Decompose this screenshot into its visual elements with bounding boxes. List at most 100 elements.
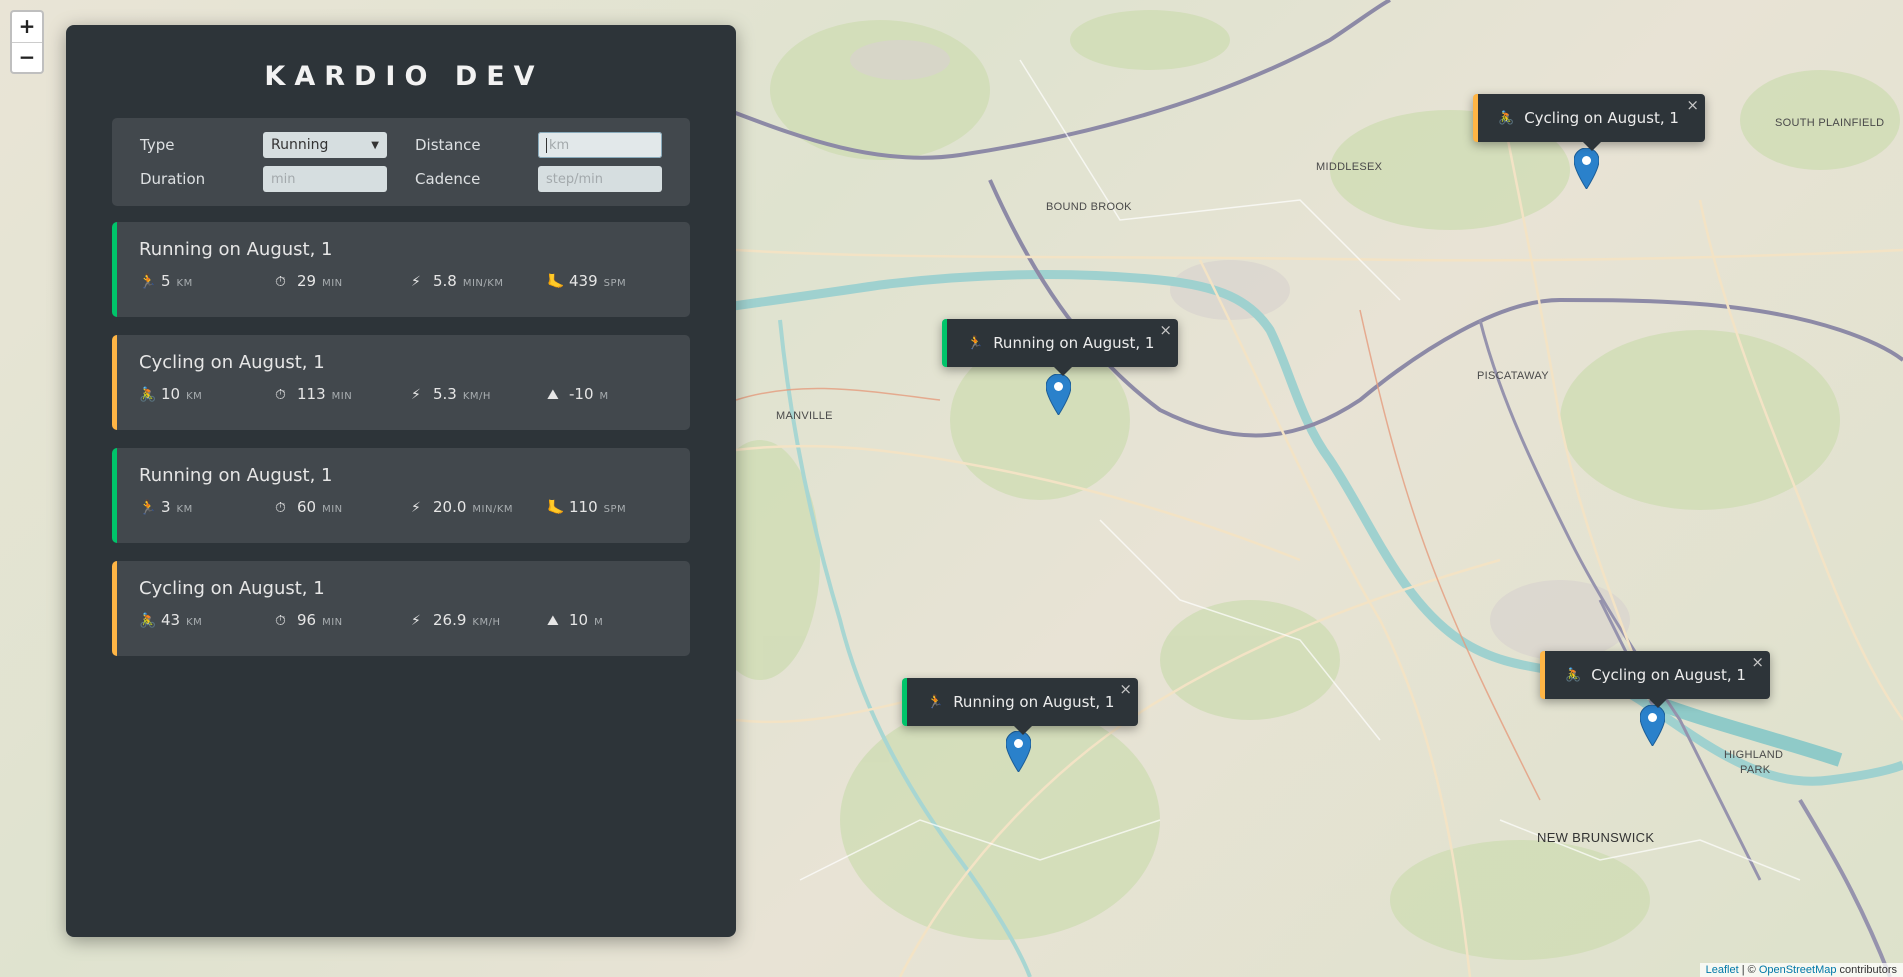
form-row-duration: Duration min (140, 166, 387, 192)
detail-unit: min (322, 504, 343, 515)
runner-icon: 🏃 (927, 694, 944, 710)
duration-label: Duration (140, 170, 206, 188)
workout-detail: 🦶 110 spm (547, 498, 683, 516)
footprint-icon: 🦶 (547, 274, 565, 290)
workout-form: Type Running ▼ Distance km Duration min … (112, 118, 690, 206)
detail-unit: spm (603, 504, 627, 515)
map-attribution: Leaflet | © OpenStreetMap contributors (1699, 963, 1903, 977)
workout-item[interactable]: Running on August, 1 🏃 3 km ⏱ 60 min ⚡ 20.0 mi… (112, 448, 690, 543)
map-marker-pin[interactable] (1574, 148, 1599, 189)
workout-detail: ⛰ 10 m (547, 611, 683, 629)
leaflet-link[interactable]: Leaflet (1706, 964, 1739, 976)
distance-placeholder: km (549, 137, 570, 153)
detail-unit: km (186, 391, 203, 402)
map-marker-pin[interactable] (1046, 374, 1071, 415)
detail-unit: spm (603, 278, 627, 289)
detail-value: 43 (161, 611, 181, 629)
detail-value: 113 (297, 385, 326, 403)
map-label-middlesex: MIDDLESEX (1316, 161, 1383, 173)
cadence-input[interactable]: step/min (538, 166, 662, 192)
workout-details: 🏃 3 km ⏱ 60 min ⚡ 20.0 min/km 🦶 110 spm (139, 498, 668, 516)
runner-icon: 🏃 (967, 335, 984, 351)
workout-details: 🚴 10 km ⏱ 113 min ⚡ 5.3 km/h ⛰ -10 m (139, 385, 668, 403)
map-popup[interactable]: 🏃 Running on August, 1 × (902, 678, 1138, 735)
detail-unit: km (176, 278, 193, 289)
workout-item[interactable]: Cycling on August, 1 🚴 43 km ⏱ 96 min ⚡ 26.9 k… (112, 561, 690, 656)
workout-detail: 🦶 439 spm (547, 272, 683, 290)
workout-title: Running on August, 1 (139, 465, 333, 486)
detail-value: 26.9 (433, 611, 467, 629)
detail-value: 29 (297, 272, 317, 290)
text-cursor (546, 137, 547, 153)
stopwatch-icon: ⏱ (275, 613, 286, 629)
workout-detail: ⏱ 29 min (275, 272, 411, 290)
distance-label: Distance (415, 136, 481, 154)
detail-unit: min (322, 278, 343, 289)
lightning-icon: ⚡ (411, 500, 421, 516)
distance-input[interactable]: km (538, 132, 662, 158)
workout-item[interactable]: Running on August, 1 🏃 5 km ⏱ 29 min ⚡ 5.8 min… (112, 222, 690, 317)
detail-value: -10 (569, 385, 594, 403)
type-select[interactable]: Running ▼ (263, 132, 387, 158)
detail-unit: km (186, 617, 203, 628)
workout-title: Running on August, 1 (139, 239, 333, 260)
map-label-south-plainfield: SOUTH PLAINFIELD (1775, 117, 1885, 129)
workout-details: 🚴 43 km ⏱ 96 min ⚡ 26.9 km/h ⛰ 10 m (139, 611, 668, 629)
map-label-park: PARK (1740, 764, 1771, 776)
map-label-highland: HIGHLAND (1724, 749, 1784, 761)
popup-text: Running on August, 1 (953, 693, 1115, 711)
sidebar: KARDIO DEV Type Running ▼ Distance km Du… (66, 25, 736, 937)
detail-unit: min (322, 617, 343, 628)
app-logo: KARDIO DEV (264, 61, 544, 92)
detail-value: 3 (161, 498, 171, 516)
cyclist-icon: 🚴 (1498, 110, 1515, 126)
detail-unit: min/km (472, 504, 514, 515)
popup-text: Running on August, 1 (993, 334, 1155, 352)
footprint-icon: 🦶 (547, 500, 565, 516)
lightning-icon: ⚡ (411, 613, 421, 629)
map-label-manville: MANVILLE (776, 410, 833, 422)
map-popup[interactable]: 🚴 Cycling on August, 1 × (1473, 94, 1705, 151)
workout-detail: 🏃 5 km (139, 272, 275, 290)
close-icon[interactable]: × (1751, 653, 1764, 671)
map-marker-pin[interactable] (1640, 705, 1665, 746)
workout-detail: 🚴 43 km (139, 611, 275, 629)
close-icon[interactable]: × (1119, 680, 1132, 698)
workout-detail: ⚡ 26.9 km/h (411, 611, 547, 629)
type-label: Type (140, 136, 175, 154)
popup-text: Cycling on August, 1 (1591, 666, 1746, 684)
workout-detail: ⚡ 5.3 km/h (411, 385, 547, 403)
osm-link[interactable]: OpenStreetMap (1759, 964, 1837, 976)
duration-placeholder: min (271, 171, 296, 187)
cadence-placeholder: step/min (546, 171, 604, 187)
detail-unit: km/h (472, 617, 501, 628)
cyclist-icon: 🚴 (139, 613, 157, 629)
detail-value: 5.3 (433, 385, 457, 403)
detail-value: 439 (569, 272, 598, 290)
map-popup[interactable]: 🏃 Running on August, 1 × (942, 319, 1178, 376)
map-marker-pin[interactable] (1006, 731, 1031, 772)
detail-unit: km (176, 504, 193, 515)
detail-value: 5 (161, 272, 171, 290)
mountain-icon: ⛰ (547, 613, 559, 629)
detail-value: 10 (161, 385, 181, 403)
workout-detail: ⛰ -10 m (547, 385, 683, 403)
detail-value: 5.8 (433, 272, 457, 290)
lightning-icon: ⚡ (411, 387, 421, 403)
detail-unit: min (331, 391, 353, 402)
popup-text: Cycling on August, 1 (1524, 109, 1679, 127)
workout-detail: 🚴 10 km (139, 385, 275, 403)
detail-value: 20.0 (433, 498, 467, 516)
workout-detail: ⏱ 60 min (275, 498, 411, 516)
detail-unit: min/km (462, 278, 504, 289)
detail-value: 60 (297, 498, 317, 516)
zoom-in-button[interactable]: + (12, 12, 42, 42)
close-icon[interactable]: × (1686, 96, 1699, 114)
zoom-out-button[interactable]: − (12, 42, 42, 72)
duration-input[interactable]: min (263, 166, 387, 192)
type-select-value: Running (271, 137, 329, 153)
workout-item[interactable]: Cycling on August, 1 🚴 10 km ⏱ 113 min ⚡ 5.3 k… (112, 335, 690, 430)
close-icon[interactable]: × (1159, 321, 1172, 339)
attribution-suffix: contributors (1836, 964, 1897, 976)
map-popup[interactable]: 🚴 Cycling on August, 1 × (1540, 651, 1770, 708)
